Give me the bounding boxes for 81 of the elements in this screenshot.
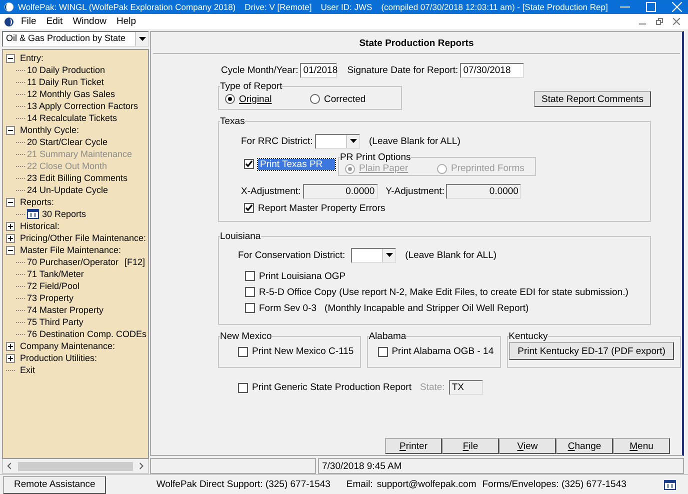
hint-text: (Leave Blank for ALL) [369,136,460,146]
group-title: Alabama [368,331,406,342]
email-label: Email: [346,479,373,490]
window-title: User ID: JWS [320,2,372,12]
remote-assistance-button[interactable]: Remote Assistance [3,476,106,494]
menu-item[interactable]: Window [68,16,112,27]
toolbar-button[interactable]: Printer [385,438,442,454]
tree-item[interactable]: 13 Apply Correction Factors [27,100,138,112]
tree-item[interactable]: 74 Master Property [27,304,104,316]
checkbox-label[interactable]: Print Texas PR [258,158,335,170]
checkbox-note: (Monthly Incapable and Stripper Oil Well Report) [324,302,529,314]
tree-group[interactable]: Company Maintenance: [20,340,116,352]
group-title: Kentucky [508,331,548,342]
signature-date-field[interactable]: 07/30/2018 [460,63,524,78]
field-label: Y-Adjustment: [386,186,444,196]
menu-item[interactable]: File [16,16,42,27]
cycle-field[interactable]: 01/2018 [300,63,338,78]
support-text: WolfePak Direct Support: (325) 677-1543 [156,479,330,490]
menu-item[interactable]: Help [111,16,142,27]
tree-item[interactable]: 71 Tank/Meter [27,268,84,280]
field-label: For RRC District: [241,136,314,146]
group-title: New Mexico [220,331,272,342]
shortcut-label: [F12] [124,256,146,268]
window-title: (compiled 07/30/2018 12:03:11 am) - [State Production Rep] [381,2,608,12]
field-label: For Conservation District: [238,250,346,260]
tree-group[interactable]: Reports: [20,196,54,208]
forms-text: Forms/Envelopes: (325) 677-1543 [482,479,626,490]
tree-item[interactable]: 30 Reports [42,208,86,220]
radio-label[interactable]: Original [239,94,272,104]
toolbar-button[interactable]: File [442,438,499,454]
group-title: Type of Report [220,81,282,92]
status-text: 7/30/2018 9:45 AM [318,458,684,474]
toolbar-button[interactable]: Change [556,438,613,454]
toolbar-button[interactable]: Menu [613,438,670,454]
window-title: WolfePak: WINGL (WolfePak Exploration Company 2018) [18,2,236,12]
checkbox-label[interactable]: Print Louisiana OGP [259,270,346,282]
checkbox-label[interactable]: Print New Mexico C-115 [252,346,354,357]
module-dropdown[interactable]: Oil & Gas Production by State [2,31,149,47]
radio-label[interactable]: Corrected [324,94,366,104]
checkbox-label[interactable]: Form Sev 0-3 [259,302,317,314]
hint-text: (Leave Blank for ALL) [405,250,497,260]
tree-item[interactable]: 14 Recalculate Tickets [27,112,118,124]
checkbox-label[interactable]: Report Master Property Errors [258,202,386,214]
state-report-comments-button[interactable]: State Report Comments [534,91,651,107]
field-label: Signature Date for Report: [347,65,458,76]
tree-group[interactable]: Pricing/Other File Maintenance: [20,232,146,244]
form-title: State Production Reports [153,34,680,54]
tree-item[interactable]: Exit [20,364,36,376]
y-adjustment-field[interactable]: 0.0000 [446,184,522,198]
tree-item[interactable]: 73 Property [27,292,74,304]
field-label: State: [420,382,445,393]
tree-group[interactable]: Historical: [20,220,60,232]
group-title: PR Print Options [340,152,411,163]
tree-item[interactable]: 75 Third Party [27,316,84,328]
tree-item[interactable]: 70 Purchaser/Operator [27,256,119,268]
tree-group[interactable]: Monthly Cycle: [20,124,80,136]
group-title: Louisiana [220,231,261,242]
group-title: Texas [220,116,245,127]
tree-item[interactable]: 20 Start/Clear Cycle [27,136,108,148]
tree-item[interactable]: 72 Field/Pool [27,280,80,292]
field-label: X-Adjustment: [241,186,301,196]
tree-group[interactable]: Master File Maintenance: [20,244,122,256]
tree-item[interactable]: 10 Daily Production [27,64,106,76]
tree-item[interactable]: 76 Destination Comp. CODEs [27,328,147,340]
email-link[interactable]: support@wolfepak.com [376,479,476,490]
kentucky-export-button[interactable]: Print Kentucky ED-17 (PDF export) [508,342,674,360]
window-title: Drive: V [Remote] [244,2,312,12]
tree-group[interactable]: Production Utilities: [20,352,98,364]
checkbox-label[interactable]: R-5-D Office Copy (Use report N-2, Make Edit Files, to create EDI for state submission.) [259,286,628,298]
tree-item[interactable]: 24 Un-Update Cycle [27,184,108,196]
state-field[interactable]: TX [448,380,483,395]
checkbox-label[interactable]: Print Generic State Production Report [252,382,420,393]
tree-item[interactable]: 11 Daily Run Ticket [27,76,104,88]
toolbar-button[interactable]: View [499,438,556,454]
x-adjustment-field[interactable]: 0.0000 [302,184,378,198]
tree-group[interactable]: Entry: [20,52,44,64]
tree-item[interactable]: 23 Edit Billing Comments [27,172,128,184]
checkbox-label[interactable]: Print Alabama OGB - 14 [392,346,494,357]
tree-item[interactable]: 12 Monthly Gas Sales [27,88,116,100]
menu-item[interactable]: Edit [41,16,68,27]
field-label: Cycle Month/Year: [221,65,298,76]
